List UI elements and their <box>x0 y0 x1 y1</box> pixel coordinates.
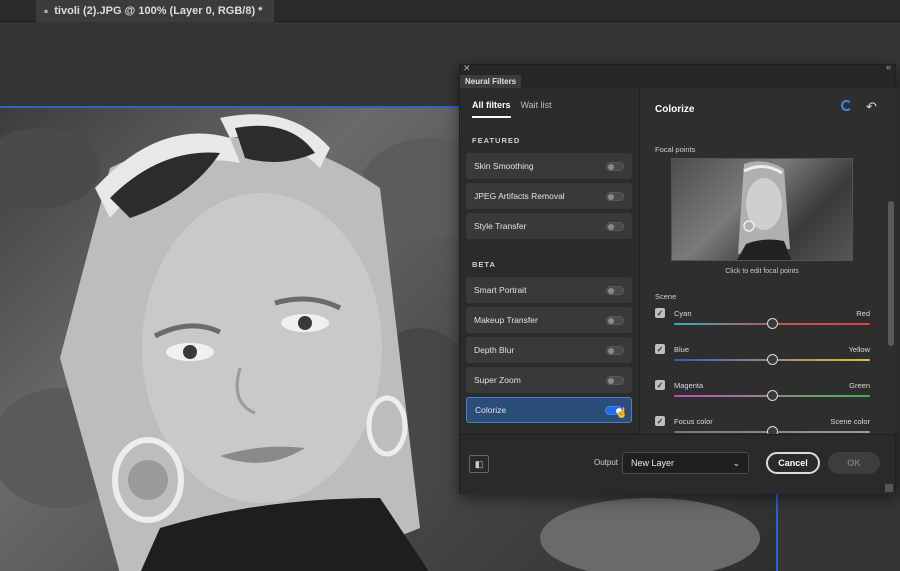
filter-makeup-transfer[interactable]: Makeup Transfer <box>466 307 632 333</box>
slider-checkbox[interactable]: ✓ <box>655 416 665 426</box>
filter-label: Depth Blur <box>474 345 515 355</box>
chevron-down-icon: ⌄ <box>732 457 740 468</box>
filter-colorize[interactable]: Colorize ☝ <box>466 397 632 423</box>
filter-toggle[interactable] <box>606 315 624 325</box>
reset-icon[interactable]: ↶ <box>866 99 877 115</box>
slider-handle[interactable] <box>767 390 778 401</box>
filter-depth-blur[interactable]: Depth Blur <box>466 337 632 363</box>
output-label: Output <box>594 458 619 467</box>
filter-super-zoom[interactable]: Super Zoom <box>466 367 632 393</box>
slider-checkbox[interactable]: ✓ <box>655 380 665 390</box>
filter-label: Colorize <box>475 405 507 415</box>
filter-toggle[interactable] <box>606 191 624 201</box>
filter-toggle[interactable] <box>606 285 624 295</box>
slider-left-label: Magenta <box>674 381 704 390</box>
filter-toggle[interactable] <box>606 375 624 385</box>
preview-toggle-button[interactable]: ◧ <box>469 455 489 473</box>
slider-cyan-red: ✓ Cyan Red <box>655 308 870 332</box>
slider-handle[interactable] <box>767 354 778 365</box>
hand-cursor-icon: ☝ <box>615 408 628 419</box>
tab-wait-list[interactable]: Wait list <box>521 100 552 118</box>
filter-label: Style Transfer <box>474 221 527 231</box>
slider-blue-yellow: ✓ Blue Yellow <box>655 344 870 368</box>
filter-tabs: All filters Wait list <box>472 100 552 118</box>
slider-right-label: Scene color <box>830 417 870 426</box>
filter-skin-smoothing[interactable]: Skin Smoothing <box>466 153 632 179</box>
document-tab-title: tivoli (2).JPG @ 100% (Layer 0, RGB/8) * <box>54 5 263 17</box>
cancel-button[interactable]: Cancel <box>766 452 820 474</box>
slider-right-label: Yellow <box>848 345 870 354</box>
panel-title-bar[interactable]: ✕ « <box>460 62 895 75</box>
slider-right-label: Red <box>856 309 870 318</box>
filter-jpeg-artifacts-removal[interactable]: JPEG Artifacts Removal <box>466 183 632 209</box>
slider-right-label: Green <box>849 381 870 390</box>
filter-toggle[interactable] <box>606 161 624 171</box>
slider-handle[interactable] <box>767 426 778 434</box>
photoshop-window: ▪ tivoli (2).JPG @ 100% (Layer 0, RGB/8)… <box>0 0 900 571</box>
output-value: New Layer <box>631 458 675 468</box>
slider-magenta-green: ✓ Magenta Green <box>655 380 870 404</box>
filters-list: All filters Wait list FEATURED Skin Smoo… <box>460 88 640 434</box>
panel-tab-neural-filters[interactable]: Neural Filters <box>460 75 522 88</box>
slider-handle[interactable] <box>767 318 778 329</box>
loading-spinner-icon <box>841 100 852 111</box>
section-beta: BETA <box>472 260 496 269</box>
filter-toggle[interactable] <box>606 221 624 231</box>
close-icon[interactable]: ▪ <box>44 4 48 18</box>
section-featured: FEATURED <box>472 136 521 145</box>
close-icon[interactable]: ✕ <box>463 63 471 74</box>
filter-label: Skin Smoothing <box>474 161 534 171</box>
scene-label: Scene <box>655 292 677 301</box>
slider-left-label: Blue <box>674 345 690 354</box>
filter-label: JPEG Artifacts Removal <box>474 191 565 201</box>
slider-checkbox[interactable]: ✓ <box>655 344 665 354</box>
collapse-icon[interactable]: « <box>886 62 891 72</box>
filter-label: Smart Portrait <box>474 285 527 295</box>
panel-tab-row <box>460 75 895 88</box>
ok-button[interactable]: OK <box>828 452 880 474</box>
document-tab[interactable]: ▪ tivoli (2).JPG @ 100% (Layer 0, RGB/8)… <box>36 0 275 22</box>
focal-points-label: Focal points <box>655 145 696 154</box>
filter-smart-portrait[interactable]: Smart Portrait <box>466 277 632 303</box>
filter-toggle[interactable] <box>606 345 624 355</box>
tab-all-filters[interactable]: All filters <box>472 100 511 118</box>
focal-points-thumbnail[interactable] <box>671 158 853 261</box>
panel-footer: ◧ Output New Layer ⌄ Cancel OK <box>460 434 895 494</box>
resize-grip-icon[interactable] <box>885 484 893 492</box>
thumbnail-illustration <box>737 161 792 260</box>
output-select[interactable]: New Layer ⌄ <box>622 452 749 474</box>
detail-scrollbar[interactable] <box>888 201 894 346</box>
slider-left-label: Cyan <box>674 309 692 318</box>
focal-points-caption: Click to edit focal points <box>725 268 799 275</box>
filter-label: Makeup Transfer <box>474 315 538 325</box>
filter-detail: Colorize ↶ Focal points Click to edit fo… <box>640 88 897 434</box>
neural-filters-panel: ✕ « Neural Filters All filters Wait list… <box>459 62 897 494</box>
slider-left-label: Focus color <box>674 417 713 426</box>
filter-style-transfer[interactable]: Style Transfer <box>466 213 632 239</box>
filter-label: Super Zoom <box>474 375 521 385</box>
document-tab-bar: ▪ tivoli (2).JPG @ 100% (Layer 0, RGB/8)… <box>0 0 900 22</box>
detail-title: Colorize <box>655 104 695 115</box>
slider-checkbox[interactable]: ✓ <box>655 308 665 318</box>
slider-focus-scene: ✓ Focus color Scene color <box>655 416 870 434</box>
